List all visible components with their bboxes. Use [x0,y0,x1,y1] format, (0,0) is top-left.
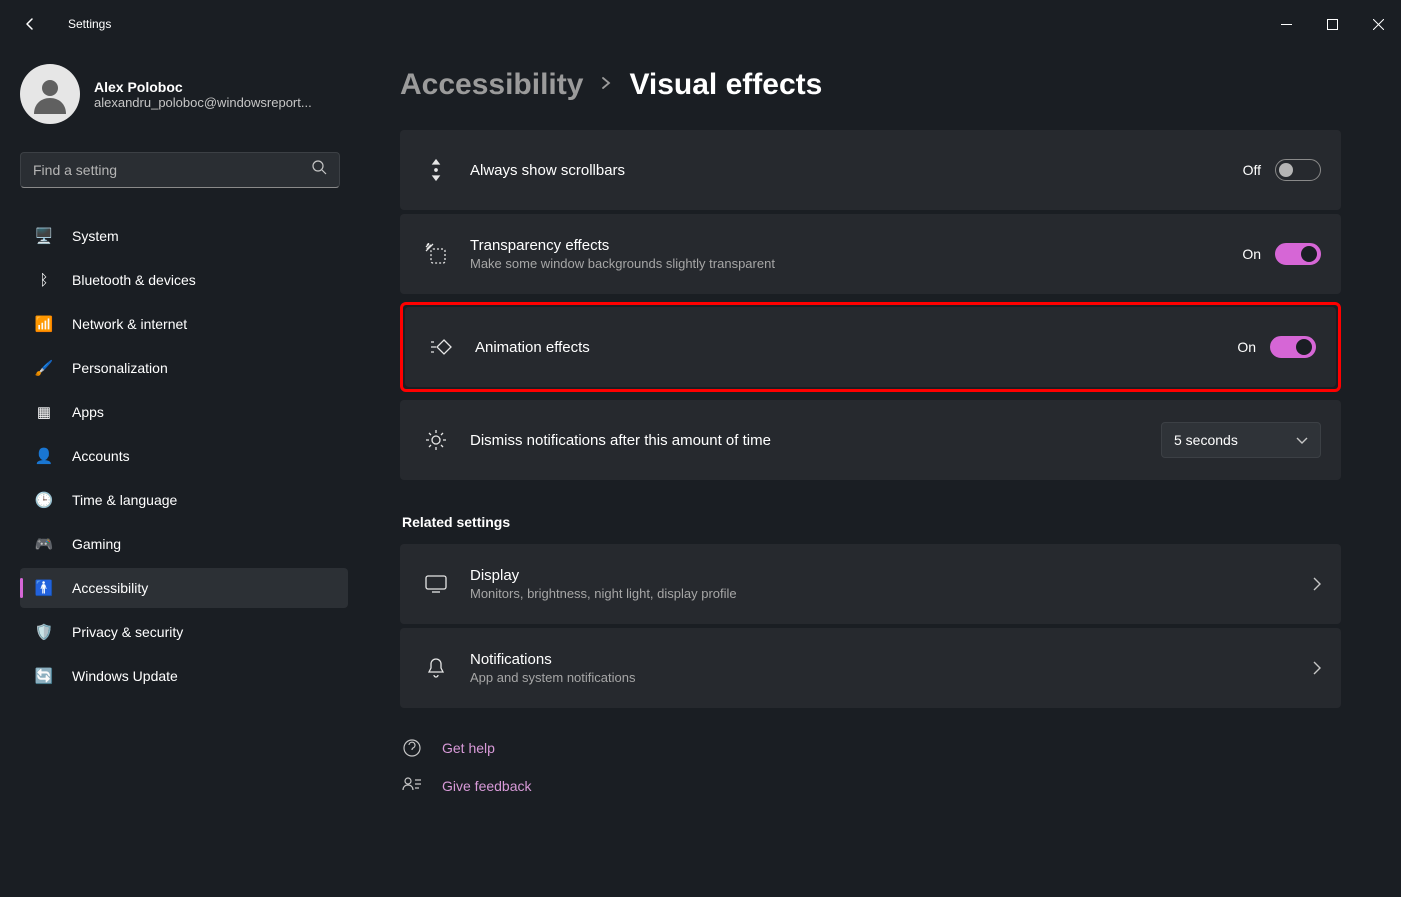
chevron-right-icon [1313,661,1321,675]
sidebar-item-time[interactable]: 🕒 Time & language [20,480,348,520]
sidebar-item-label: Windows Update [72,668,178,684]
sidebar-item-privacy[interactable]: 🛡️ Privacy & security [20,612,348,652]
notifications-title: Notifications [470,651,1313,668]
display-title: Display [470,567,1313,584]
main-content: Accessibility Visual effects Always show… [360,48,1401,897]
animation-state: On [1237,339,1256,355]
give-feedback-link[interactable]: Give feedback [400,776,1341,796]
chevron-down-icon [1296,432,1308,448]
breadcrumb-current: Visual effects [629,68,822,102]
chevron-right-icon [1313,577,1321,591]
sidebar-item-update[interactable]: 🔄 Windows Update [20,656,348,696]
system-icon: 🖥️ [34,226,54,246]
display-sub: Monitors, brightness, night light, displ… [470,586,1313,601]
accessibility-icon: 🚹 [34,578,54,598]
notifications-sub: App and system notifications [470,670,1313,685]
sidebar-item-gaming[interactable]: 🎮 Gaming [20,524,348,564]
get-help-text: Get help [442,740,495,756]
dismiss-dropdown[interactable]: 5 seconds [1161,422,1321,458]
animation-toggle[interactable] [1270,336,1316,358]
feedback-icon [400,776,424,796]
sidebar-item-accounts[interactable]: 👤 Accounts [20,436,348,476]
sidebar-item-label: Gaming [72,536,121,552]
personalization-icon: 🖌️ [34,358,54,378]
animation-title: Animation effects [475,339,1237,356]
sidebar-item-bluetooth[interactable]: ᛒ Bluetooth & devices [20,260,348,300]
sidebar-item-label: Accessibility [72,580,148,596]
display-card[interactable]: Display Monitors, brightness, night ligh… [400,544,1341,624]
profile-email: alexandru_poloboc@windowsreport... [94,95,312,110]
scrollbars-toggle[interactable] [1275,159,1321,181]
animation-icon [425,338,457,356]
avatar [20,64,80,124]
transparency-card: Transparency effects Make some window ba… [400,214,1341,294]
app-title: Settings [68,17,111,31]
dismiss-icon [420,428,452,452]
dismiss-value: 5 seconds [1174,432,1238,448]
minimize-button[interactable] [1263,8,1309,40]
search-field[interactable] [33,162,312,178]
update-icon: 🔄 [34,666,54,686]
animation-card: Animation effects On [405,307,1336,387]
sidebar-item-accessibility[interactable]: 🚹 Accessibility [20,568,348,608]
search-icon [312,160,327,180]
transparency-icon [420,243,452,265]
bell-icon [420,657,452,679]
sidebar-item-label: Accounts [72,448,130,464]
sidebar-item-system[interactable]: 🖥️ System [20,216,348,256]
sidebar-item-network[interactable]: 📶 Network & internet [20,304,348,344]
help-icon [400,738,424,758]
search-input[interactable] [20,152,340,188]
accounts-icon: 👤 [34,446,54,466]
back-button[interactable] [20,14,40,34]
profile-block[interactable]: Alex Poloboc alexandru_poloboc@windowsre… [20,64,360,124]
apps-icon: ▦ [34,402,54,422]
network-icon: 📶 [34,314,54,334]
titlebar: Settings [0,0,1401,48]
sidebar-item-label: Apps [72,404,104,420]
sidebar-item-label: Network & internet [72,316,187,332]
sidebar-item-label: Privacy & security [72,624,183,640]
dismiss-title: Dismiss notifications after this amount … [470,432,1161,449]
related-header: Related settings [402,514,1341,530]
sidebar-item-label: System [72,228,119,244]
sidebar: Alex Poloboc alexandru_poloboc@windowsre… [0,48,360,897]
sidebar-item-apps[interactable]: ▦ Apps [20,392,348,432]
dismiss-card: Dismiss notifications after this amount … [400,400,1341,480]
scrollbars-icon [420,158,452,182]
sidebar-item-label: Bluetooth & devices [72,272,196,288]
transparency-sub: Make some window backgrounds slightly tr… [470,256,1242,271]
give-feedback-text: Give feedback [442,778,532,794]
scrollbars-card: Always show scrollbars Off [400,130,1341,210]
transparency-toggle[interactable] [1275,243,1321,265]
notifications-card[interactable]: Notifications App and system notificatio… [400,628,1341,708]
gaming-icon: 🎮 [34,534,54,554]
close-button[interactable] [1355,8,1401,40]
time-icon: 🕒 [34,490,54,510]
breadcrumb-parent[interactable]: Accessibility [400,68,583,102]
transparency-state: On [1242,246,1261,262]
chevron-right-icon [599,76,613,95]
privacy-icon: 🛡️ [34,622,54,642]
highlight-box: Animation effects On [400,302,1341,392]
nav-list: 🖥️ System ᛒ Bluetooth & devices 📶 Network & i… [20,216,360,696]
sidebar-item-label: Personalization [72,360,168,376]
display-icon [420,575,452,593]
breadcrumb: Accessibility Visual effects [400,68,1341,102]
transparency-title: Transparency effects [470,237,1242,254]
scrollbars-title: Always show scrollbars [470,162,1243,179]
maximize-button[interactable] [1309,8,1355,40]
scrollbars-state: Off [1243,162,1261,178]
sidebar-item-personalization[interactable]: 🖌️ Personalization [20,348,348,388]
bluetooth-icon: ᛒ [34,270,54,290]
profile-name: Alex Poloboc [94,79,312,95]
sidebar-item-label: Time & language [72,492,177,508]
get-help-link[interactable]: Get help [400,738,1341,758]
